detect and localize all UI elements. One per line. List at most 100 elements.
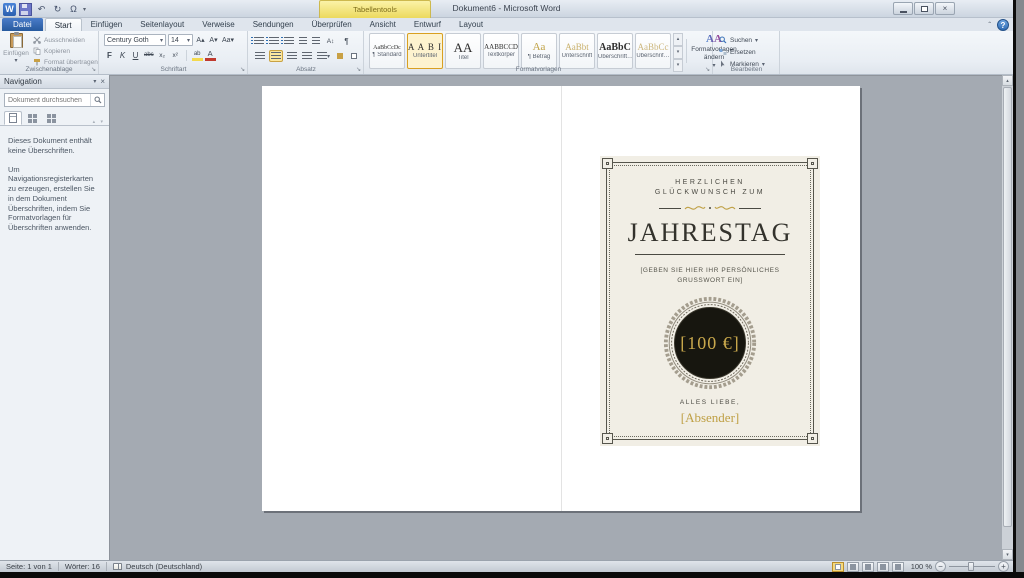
tab-einfuegen[interactable]: Einfügen [82,18,132,31]
cut-button[interactable]: Ausschneiden [33,35,98,45]
pilcrow-icon[interactable]: ¶ [341,35,352,47]
anniversary-card[interactable]: HERZLICHEN GLÜCKWUNSCH ZUM JAHRESTAG [GE… [600,156,820,446]
minimize-button[interactable] [893,2,913,15]
shading-button[interactable] [334,50,345,62]
zoom-slider-thumb[interactable] [968,562,974,571]
align-right-button[interactable] [286,50,298,62]
tab-verweise[interactable]: Verweise [193,18,243,31]
zoom-level[interactable]: 100 % [911,562,932,571]
tab-seitenlayout[interactable]: Seitenlayout [131,18,193,31]
paste-dropdown-icon[interactable]: ▾ [3,57,29,64]
justify-button[interactable] [301,50,313,62]
find-button[interactable]: Suchen▾ [719,35,765,45]
restore-button[interactable] [914,2,934,15]
fullscreen-reading-view-button[interactable] [847,562,859,572]
tab-datei[interactable]: Datei [2,18,43,31]
bullet-list-icon[interactable] [254,37,264,45]
minimize-ribbon-icon[interactable]: ˆ [988,21,991,30]
italic-button[interactable]: K [117,49,128,61]
gallery-up-icon[interactable]: ▴ [673,33,683,46]
document-area[interactable]: HERZLICHEN GLÜCKWUNSCH ZUM JAHRESTAG [GE… [110,75,1002,560]
sender-placeholder[interactable]: [Absender] [681,410,739,426]
browse-headings-tab[interactable] [4,111,22,125]
outline-view-button[interactable] [877,562,889,572]
copy-button[interactable]: Kopieren [33,46,98,56]
style-unterschrift[interactable]: AaBbt Unterschrift [559,33,595,69]
style-ueberschrift-2[interactable]: AaBbCc Überschrif… [635,33,671,69]
scroll-up-icon[interactable]: ▴ [1002,75,1013,86]
search-icon [719,36,727,44]
amount-seal[interactable]: [100 €] [662,295,758,391]
styles-dialog-launcher-icon[interactable]: ↘ [705,66,710,73]
browse-results-tab[interactable] [42,111,60,125]
page-indicator[interactable]: Seite: 1 von 1 [0,561,58,572]
subscript-button[interactable]: x₂ [157,49,168,61]
gallery-down-icon[interactable]: ▾ [673,46,683,59]
grow-font-button[interactable]: A▴ [195,34,206,46]
web-layout-view-button[interactable] [862,562,874,572]
numbered-list-icon[interactable] [269,37,279,45]
strikethrough-button[interactable]: abc [143,49,155,61]
pane-options-icon[interactable]: ▾ [93,78,96,85]
decrease-indent-icon[interactable] [299,37,307,45]
style-standard[interactable]: AaBbCcDc ¶ Standard [369,33,405,69]
help-icon[interactable]: ? [997,19,1009,31]
card-title[interactable]: JAHRESTAG [628,218,793,248]
headings-icon [9,113,17,123]
zoom-in-button[interactable]: + [998,561,1009,572]
clipboard-dialog-launcher-icon[interactable]: ↘ [91,66,96,73]
style-titel[interactable]: AA Titel [445,33,481,69]
scroll-down-icon[interactable]: ▾ [1002,549,1013,560]
draft-view-button[interactable] [892,562,904,572]
change-case-button[interactable]: Aa▾ [221,34,235,46]
style-preview: AABBCCD [484,44,518,51]
language-indicator[interactable]: Deutsch (Deutschland) [107,561,208,572]
scrollbar-thumb[interactable] [1003,87,1012,527]
tab-entwurf[interactable]: Entwurf [405,18,450,31]
group-editing-label: Bearbeiten [714,66,779,73]
font-color-button[interactable]: A [205,49,216,61]
document-search-box[interactable] [4,93,105,107]
shrink-font-button[interactable]: A▾ [208,34,219,46]
highlight-button[interactable]: ab [192,49,203,61]
close-button[interactable]: × [935,2,955,15]
search-input[interactable] [5,97,90,104]
document-page[interactable]: HERZLICHEN GLÜCKWUNSCH ZUM JAHRESTAG [GE… [262,86,860,511]
multilevel-list-icon[interactable] [284,37,294,45]
browse-pages-tab[interactable] [23,111,41,125]
superscript-button[interactable]: x² [170,49,181,61]
align-left-button[interactable] [254,50,266,62]
search-magnifier-icon[interactable] [90,94,104,106]
font-size-combo[interactable]: 14▾ [168,34,193,46]
result-nav-arrows[interactable]: ▴ ▾ [93,119,105,125]
tab-layout[interactable]: Layout [450,18,492,31]
increase-indent-icon[interactable] [312,37,320,45]
font-name-combo[interactable]: Century Goth▾ [104,34,166,46]
bold-button[interactable]: F [104,49,115,61]
underline-button[interactable]: U [130,49,141,61]
style-untertitel[interactable]: A A B I Untertitel [407,33,443,69]
vertical-scrollbar[interactable]: ▴ ▾ [1002,75,1013,560]
align-center-button[interactable] [269,50,283,62]
replace-button[interactable]: Ersetzen [719,47,765,57]
tab-sendungen[interactable]: Sendungen [244,18,303,31]
paragraph-dialog-launcher-icon[interactable]: ↘ [356,66,361,73]
style-textkoerper[interactable]: AABBCCD Textkörper [483,33,519,69]
style-betrag[interactable]: Aa ¶ Betrag [521,33,557,69]
sort-icon[interactable]: A↕ [325,35,336,47]
word-count[interactable]: Wörter: 16 [59,561,106,572]
tab-start[interactable]: Start [45,18,82,31]
tab-ueberpruefen[interactable]: Überprüfen [303,18,361,31]
zoom-slider[interactable] [949,566,995,567]
amount-text[interactable]: [100 €] [662,333,758,354]
headings-help-message: Um Navigationsregisterkarten zu erzeugen… [8,165,101,233]
borders-button[interactable] [348,50,359,62]
print-layout-view-button[interactable] [832,562,844,572]
pane-close-icon[interactable]: × [100,77,105,86]
tab-ansicht[interactable]: Ansicht [361,18,405,31]
font-dialog-launcher-icon[interactable]: ↘ [240,66,245,73]
zoom-out-button[interactable]: − [935,561,946,572]
style-ueberschrift-1[interactable]: AaBbC Überschrift… [597,33,633,69]
line-spacing-button[interactable]: ▾ [316,50,331,62]
greeting-placeholder[interactable]: [GEBEN SIE HIER IHR PERSÖNLICHES GRUSSWO… [630,266,790,286]
